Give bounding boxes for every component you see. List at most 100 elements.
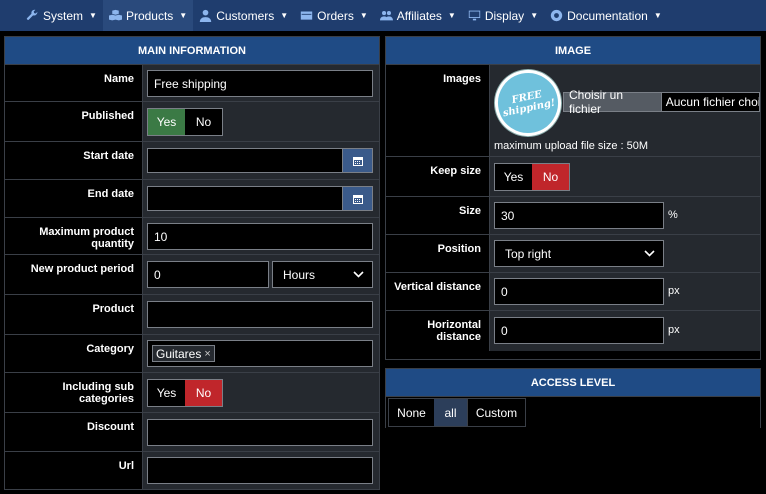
calendar-icon <box>352 194 363 204</box>
published-label: Published <box>5 102 143 141</box>
row-sub-categories: Including sub categories Yes No <box>5 373 379 413</box>
url-label: Url <box>5 452 143 489</box>
sub-categories-label: Including sub categories <box>5 373 143 412</box>
users-icon <box>379 11 393 21</box>
nav-system[interactable]: System ▼ <box>20 0 103 31</box>
top-navbar: System ▼ Products ▼ Customers ▼ Orders ▼ Aff… <box>0 0 766 31</box>
row-category: Category Guitares × <box>5 335 379 373</box>
row-horizontal-distance: Horizontal distance 0 px <box>386 311 760 351</box>
end-date-label: End date <box>5 180 143 217</box>
name-input[interactable]: Free shipping <box>147 70 373 97</box>
horizontal-distance-label: Horizontal distance <box>386 311 490 351</box>
start-date-calendar-button[interactable] <box>342 148 373 173</box>
wrench-icon <box>26 9 38 20</box>
images-label: Images <box>386 65 490 156</box>
nav-orders[interactable]: Orders ▼ <box>294 0 374 31</box>
max-quantity-input[interactable]: 10 <box>147 223 373 250</box>
row-keep-size: Keep size Yes No <box>386 157 760 197</box>
product-label: Product <box>5 295 143 334</box>
row-size: Size 30 % <box>386 197 760 235</box>
vertical-distance-unit: px <box>668 285 680 297</box>
published-toggle: Yes No <box>147 108 223 136</box>
file-name-display: Aucun fichier choisi <box>661 93 759 111</box>
caret-down-icon: ▼ <box>447 11 456 20</box>
published-no-button[interactable]: No <box>185 109 222 135</box>
row-end-date: End date <box>5 180 379 218</box>
category-tag-label: Guitares <box>156 346 202 361</box>
lifebuoy-icon <box>550 9 563 22</box>
row-position: Position Top right <box>386 235 760 273</box>
access-all-button[interactable]: all <box>434 399 467 426</box>
period-unit-select[interactable]: Hours <box>272 261 373 288</box>
user-icon <box>200 9 212 22</box>
caret-down-icon: ▼ <box>530 11 539 20</box>
credit-card-icon <box>300 11 313 20</box>
row-start-date: Start date <box>5 142 379 180</box>
nav-orders-label: Orders <box>317 8 354 23</box>
sub-categories-toggle: Yes No <box>147 379 223 407</box>
keep-size-no-button[interactable]: No <box>532 164 569 190</box>
file-input: Choisir un fichier Aucun fichier choisi <box>563 88 760 116</box>
period-unit-value: Hours <box>283 267 316 282</box>
new-product-period-label: New product period <box>5 255 143 294</box>
calendar-icon <box>352 156 363 166</box>
caret-down-icon: ▼ <box>280 11 289 20</box>
row-max-quantity: Maximum product quantity 10 <box>5 218 379 255</box>
category-tag: Guitares × <box>152 345 215 362</box>
chevron-down-icon <box>353 271 364 278</box>
choose-file-button[interactable]: Choisir un fichier <box>564 88 662 116</box>
row-product: Product <box>5 295 379 335</box>
end-date-input[interactable] <box>147 186 343 211</box>
product-input[interactable] <box>147 301 373 328</box>
vertical-distance-label: Vertical distance <box>386 273 490 310</box>
caret-down-icon: ▼ <box>653 11 662 20</box>
sub-categories-no-button[interactable]: No <box>185 380 222 406</box>
row-images: Images FREE shipping! Choisir un fichier… <box>386 63 760 157</box>
position-value: Top right <box>505 246 552 261</box>
sub-categories-yes-button[interactable]: Yes <box>148 380 185 406</box>
size-input[interactable]: 30 <box>494 202 664 229</box>
position-label: Position <box>386 235 490 272</box>
discount-input[interactable] <box>147 419 373 446</box>
period-input[interactable]: 0 <box>147 261 269 288</box>
nav-system-label: System <box>43 8 84 23</box>
caret-down-icon: ▼ <box>359 11 368 20</box>
name-label: Name <box>5 65 143 101</box>
horizontal-distance-unit: px <box>668 324 680 336</box>
nav-display[interactable]: Display ▼ <box>462 0 544 31</box>
url-input[interactable] <box>147 457 373 484</box>
published-yes-button[interactable]: Yes <box>148 109 185 135</box>
keep-size-toggle: Yes No <box>494 163 570 191</box>
horizontal-distance-input[interactable]: 0 <box>494 317 664 344</box>
position-select[interactable]: Top right <box>494 240 664 267</box>
start-date-label: Start date <box>5 142 143 179</box>
nav-affiliates[interactable]: Affiliates ▼ <box>374 0 462 31</box>
tag-remove-icon[interactable]: × <box>204 348 210 360</box>
nav-documentation-label: Documentation <box>567 8 648 23</box>
access-none-button[interactable]: None <box>389 399 434 426</box>
access-level-panel: ACCESS LEVEL None all Custom <box>385 368 761 428</box>
main-information-header: MAIN INFORMATION <box>5 37 379 65</box>
access-level-options: None all Custom <box>388 398 526 427</box>
end-date-calendar-button[interactable] <box>342 186 373 211</box>
keep-size-label: Keep size <box>386 157 490 196</box>
category-label: Category <box>5 335 143 372</box>
main-information-panel: MAIN INFORMATION Name Free shipping Publ… <box>4 36 380 490</box>
nav-customers-label: Customers <box>216 8 275 23</box>
size-label: Size <box>386 197 490 234</box>
start-date-input[interactable] <box>147 148 343 173</box>
nav-documentation[interactable]: Documentation ▼ <box>544 0 668 31</box>
row-name: Name Free shipping <box>5 65 379 102</box>
cubes-icon <box>108 9 122 21</box>
nav-affiliates-label: Affiliates <box>396 8 442 23</box>
category-input[interactable]: Guitares × <box>147 340 373 367</box>
access-custom-button[interactable]: Custom <box>467 399 525 426</box>
max-quantity-label: Maximum product quantity <box>5 218 143 254</box>
nav-customers[interactable]: Customers ▼ <box>193 0 294 31</box>
keep-size-yes-button[interactable]: Yes <box>495 164 532 190</box>
nav-products[interactable]: Products ▼ <box>102 0 194 31</box>
caret-down-icon: ▼ <box>179 11 188 20</box>
row-url: Url <box>5 452 379 489</box>
vertical-distance-input[interactable]: 0 <box>494 278 664 305</box>
image-panel: IMAGE Images FREE shipping! Choisir un f… <box>385 36 761 360</box>
